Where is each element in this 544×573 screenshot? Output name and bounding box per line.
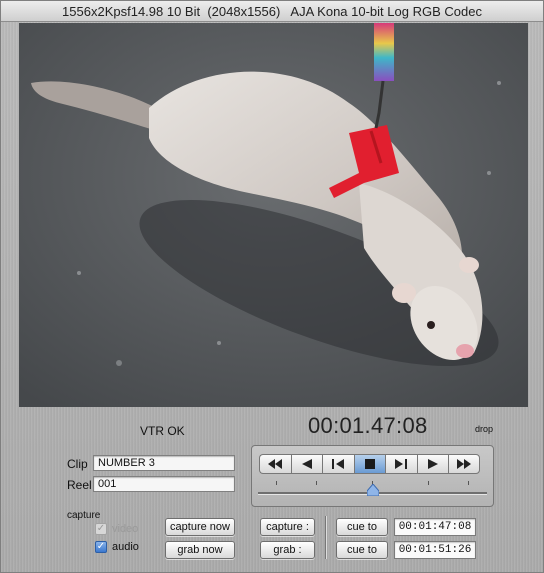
capture-window: 1556x2Kpsf14.98 10 Bit (2048x1556) AJA K… <box>0 0 544 573</box>
shuttle-tick <box>276 481 277 485</box>
video-checkbox-label: video <box>112 523 139 535</box>
section-divider <box>325 516 327 559</box>
video-checkbox[interactable]: ✓ <box>95 523 107 535</box>
out-timecode-field[interactable]: 00:01:51:26 <box>394 541 476 559</box>
play-reverse-icon <box>301 459 312 469</box>
capture-in-button[interactable]: capture : <box>260 518 315 536</box>
rewind-button[interactable] <box>259 454 291 474</box>
current-timecode: 00:01.47:08 <box>308 413 428 438</box>
ferret-image <box>19 23 528 407</box>
cue-to-in-button[interactable]: cue to <box>336 518 388 536</box>
reel-label: Reel <box>67 478 92 492</box>
step-back-button[interactable] <box>322 454 354 474</box>
shuttle-thumb[interactable] <box>367 484 379 496</box>
play-button[interactable] <box>416 454 448 474</box>
step-back-icon <box>332 459 345 469</box>
reel-name-field[interactable]: 001 <box>93 476 235 492</box>
window-title: 1556x2Kpsf14.98 10 Bit (2048x1556) AJA K… <box>1 1 543 22</box>
play-icon <box>427 459 438 469</box>
video-preview <box>19 23 528 407</box>
in-timecode-field[interactable]: 00:01:47:08 <box>394 518 476 536</box>
stop-icon <box>364 459 375 469</box>
fast-forward-button[interactable] <box>448 454 480 474</box>
grab-in-button[interactable]: grab : <box>260 541 315 559</box>
rewind-icon <box>268 459 283 469</box>
shuttle-tick <box>316 481 317 485</box>
transport-controls <box>251 445 494 507</box>
step-forward-button[interactable] <box>385 454 417 474</box>
capture-now-button[interactable]: capture now <box>165 518 235 536</box>
stop-button[interactable] <box>353 454 385 474</box>
drop-frame-label: drop <box>475 424 494 434</box>
shuttle-tick <box>468 481 469 485</box>
capture-section-label: capture <box>67 510 101 521</box>
audio-checkbox-label: audio <box>112 541 139 553</box>
play-reverse-button[interactable] <box>290 454 322 474</box>
clip-name-field[interactable]: NUMBER 3 <box>93 455 235 471</box>
clip-label: Clip <box>67 457 88 471</box>
step-forward-icon <box>395 459 408 469</box>
shuttle-tick <box>428 481 429 485</box>
audio-checkbox[interactable]: ✓ <box>95 541 107 553</box>
grab-now-button[interactable]: grab now <box>165 541 235 559</box>
cue-to-out-button[interactable]: cue to <box>336 541 388 559</box>
vtr-status: VTR OK <box>140 424 185 438</box>
fast-forward-icon <box>456 459 471 469</box>
